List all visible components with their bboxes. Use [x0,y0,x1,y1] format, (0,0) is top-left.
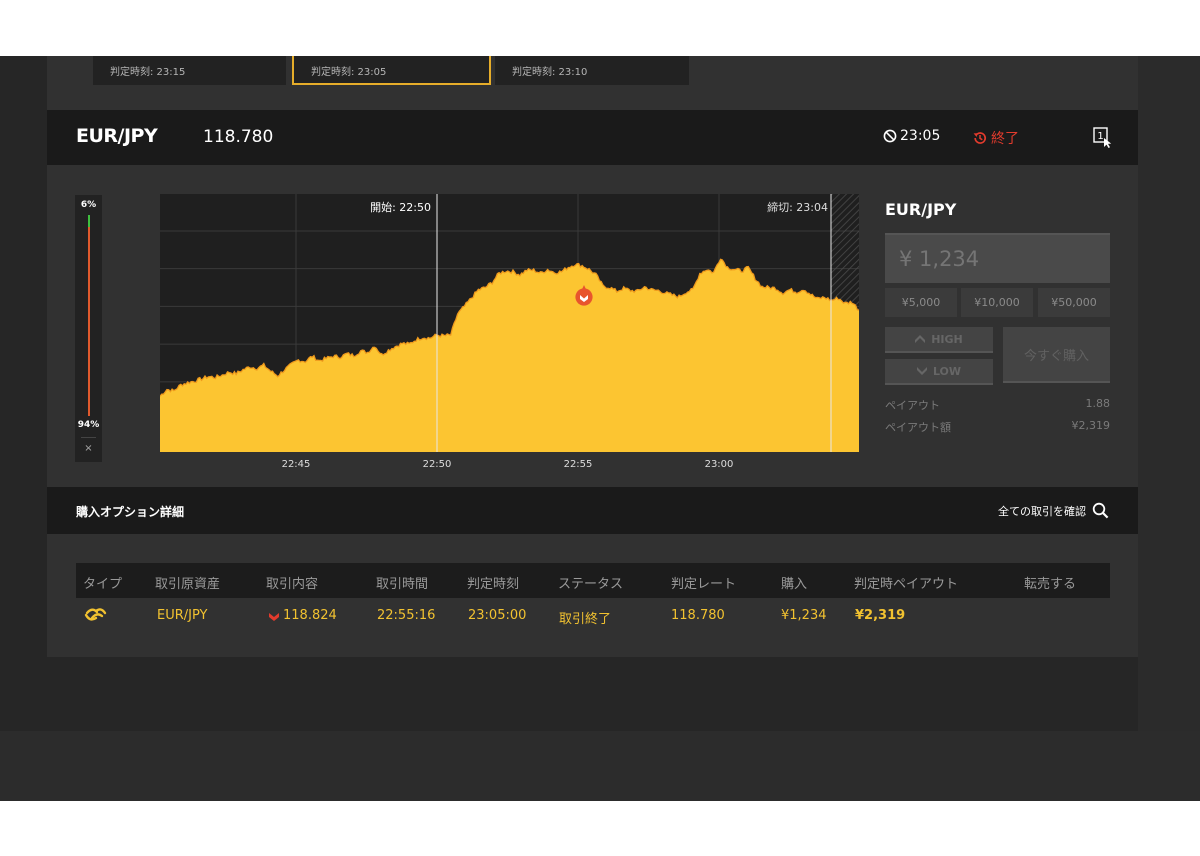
payout-amount-value: ¥2,319 [1071,419,1111,432]
history-clock-icon [973,132,987,144]
start-label: 開始: 22:50 [370,200,431,214]
row-purchase: ¥1,234 [781,608,827,623]
buy-now-button[interactable]: 今すぐ購入 [1003,327,1110,383]
all-trades-link[interactable]: 全ての取引を確認 [998,502,1109,519]
row-payout: ¥2,319 [855,608,906,623]
col-purchase: 購入 [781,577,808,592]
close-meter-button[interactable]: × [75,443,102,454]
payout-row: ペイアウト 1.88 [885,397,1110,413]
price-chart: 開始: 22:50 締切: 23:04 118.90118.85118.8011… [160,194,859,470]
col-expiry-rate: 判定レート [671,577,737,592]
low-bar [88,227,90,416]
up-arrow-icon [915,335,926,343]
row-content: 118.824 [283,608,337,623]
col-trade-time: 取引時間 [376,577,429,592]
payout-value: 1.88 [1085,397,1111,410]
col-type: タイプ [83,577,123,592]
right-side-strip [1138,56,1200,731]
expiry-tab-label: 判定時刻: 23:10 [512,67,588,78]
details-title: 購入オプション詳細 [76,505,185,519]
meter-divider [81,437,96,438]
col-content: 取引内容 [266,577,319,592]
window-cursor-icon: 1 [1093,127,1112,148]
expiry-tab-label: 判定時刻: 23:15 [110,67,186,78]
trading-screen: 判定時刻: 23:15 判定時刻: 23:05 判定時刻: 23:10 EUR/… [0,56,1200,801]
close-label: 締切: 23:04 [767,200,828,214]
row-expiry-rate: 118.780 [671,608,725,623]
row-trade-time: 22:55:16 [377,608,436,623]
pair-name: EUR/JPY [76,125,158,147]
col-payout: 判定時ペイアウト [854,577,959,592]
search-icon [1092,502,1109,519]
row-expiry: 23:05:00 [468,608,527,623]
window-number: 1 [1097,131,1103,142]
col-asset: 取引原資産 [155,577,221,592]
amount-input[interactable] [885,233,1110,283]
payout-amount-row: ペイアウト額 ¥2,319 [885,419,1110,435]
expiry-time: 23:05 [900,128,941,144]
all-trades-label: 全ての取引を確認 [998,504,1086,518]
footer-band [0,731,1200,801]
x-axis: 22:45 22:50 22:55 23:00 [282,459,734,470]
amount-10000-button[interactable]: ¥10,000 [961,288,1033,317]
trade-panel-pair: EUR/JPY [885,200,957,219]
table-header-row: タイプ 取引原資産 取引内容 取引時間 判定時刻 ステータス 判定レート 購入 … [76,563,1110,598]
row-asset: EUR/JPY [157,608,208,623]
single-window-button[interactable]: 1 [1093,127,1113,149]
payout-label: ペイアウト [885,399,940,412]
pair-header-bar: EUR/JPY 118.780 23:05 終了 1 [47,110,1138,165]
sentiment-meter: 6% 94% × [75,195,102,462]
col-expiry: 判定時刻 [467,577,520,592]
expiry-tab-2[interactable]: 判定時刻: 23:05 [292,56,491,85]
low-label: LOW [932,364,962,378]
expiry-tab-label: 判定時刻: 23:05 [311,67,387,78]
no-entry-icon [883,129,897,143]
low-button[interactable]: LOW [885,359,993,385]
expiry-tab-3[interactable]: 判定時刻: 23:10 [495,56,689,85]
high-percentage: 6% [80,200,97,210]
expiry-tab-1[interactable]: 判定時刻: 23:15 [93,56,286,85]
x-tick-label: 22:50 [423,459,452,470]
low-arrow-icon [269,613,279,621]
x-tick-label: 23:00 [705,459,734,470]
low-percentage: 94% [77,420,100,430]
table-row[interactable]: EUR/JPY 118.824 22:55:16 23:05:00 取引終了 1… [76,598,1110,633]
row-status: 取引終了 [559,612,612,627]
down-arrow-icon [916,367,927,375]
col-resell: 転売する [1024,577,1077,592]
high-button[interactable]: HIGH [885,327,993,353]
high-bar [88,215,90,227]
amount-50000-button[interactable]: ¥50,000 [1038,288,1110,317]
current-rate: 118.780 [203,127,274,147]
high-label: HIGH [931,332,963,346]
amount-5000-button[interactable]: ¥5,000 [885,288,957,317]
status-text: 終了 [991,131,1019,147]
x-tick-label: 22:55 [564,459,593,470]
payout-amount-label: ペイアウト額 [885,421,951,434]
trade-status-indicator: 終了 [972,128,1019,148]
col-status: ステータス [558,577,624,592]
expiry-time-indicator: 23:05 [883,128,940,144]
trading-main-panel: 判定時刻: 23:15 判定時刻: 23:05 判定時刻: 23:10 EUR/… [47,56,1138,657]
x-tick-label: 22:45 [282,459,311,470]
trade-type-icon [84,608,107,621]
purchase-details-header: 購入オプション詳細 全ての取引を確認 [47,487,1138,534]
